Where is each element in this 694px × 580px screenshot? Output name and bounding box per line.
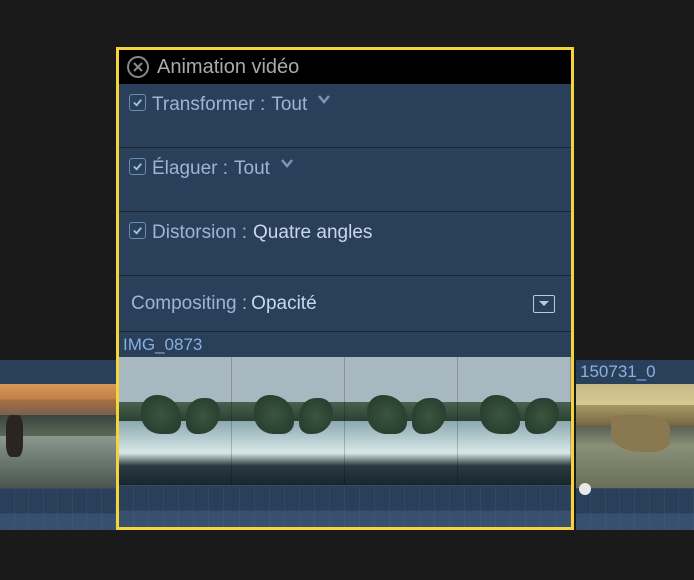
panel-header: Animation vidéo <box>119 50 571 84</box>
clip-thumbnail <box>119 357 232 485</box>
timeline-clip-right[interactable]: 150731_0 <box>576 360 694 530</box>
trim-label: Élaguer : <box>152 158 228 180</box>
distortion-checkbox[interactable] <box>129 222 146 239</box>
compositing-label: Compositing : <box>131 293 247 315</box>
clip-thumbnail <box>458 357 571 485</box>
timeline-clip-left[interactable] <box>0 360 116 530</box>
transform-checkbox[interactable] <box>129 94 146 111</box>
transform-label: Transformer : <box>152 94 265 116</box>
clip-thumbnail <box>232 357 345 485</box>
panel-title: Animation vidéo <box>157 56 299 79</box>
compositing-value: Opacité <box>251 293 316 315</box>
clip-waveform <box>0 488 116 530</box>
clip-section: IMG_0873 <box>119 332 571 527</box>
expand-button[interactable] <box>533 295 555 313</box>
clip-name-label: IMG_0873 <box>119 332 571 357</box>
playhead-marker[interactable] <box>579 483 591 495</box>
chevron-down-icon[interactable] <box>317 94 331 104</box>
clip-thumbnail <box>345 357 458 485</box>
clip-name-label: 150731_0 <box>576 360 694 384</box>
clip-name-area <box>0 360 116 384</box>
clip-thumbnails[interactable] <box>119 357 571 485</box>
distortion-label: Distorsion : <box>152 222 247 244</box>
clip-thumbnail <box>576 384 694 488</box>
trim-value: Tout <box>234 158 270 180</box>
distortion-row[interactable]: Distorsion : Quatre angles <box>119 212 571 276</box>
clip-thumbnail <box>0 384 116 488</box>
compositing-row[interactable]: Compositing : Opacité <box>119 276 571 332</box>
chevron-down-icon[interactable] <box>280 158 294 168</box>
transform-row[interactable]: Transformer : Tout <box>119 84 571 148</box>
trim-row[interactable]: Élaguer : Tout <box>119 148 571 212</box>
video-animation-panel: Animation vidéo Transformer : Tout Élagu… <box>116 47 574 530</box>
close-icon[interactable] <box>127 56 149 78</box>
trim-checkbox[interactable] <box>129 158 146 175</box>
clip-waveform[interactable] <box>119 485 571 527</box>
transform-value: Tout <box>271 94 307 116</box>
distortion-value: Quatre angles <box>253 222 372 244</box>
clip-waveform <box>576 488 694 530</box>
